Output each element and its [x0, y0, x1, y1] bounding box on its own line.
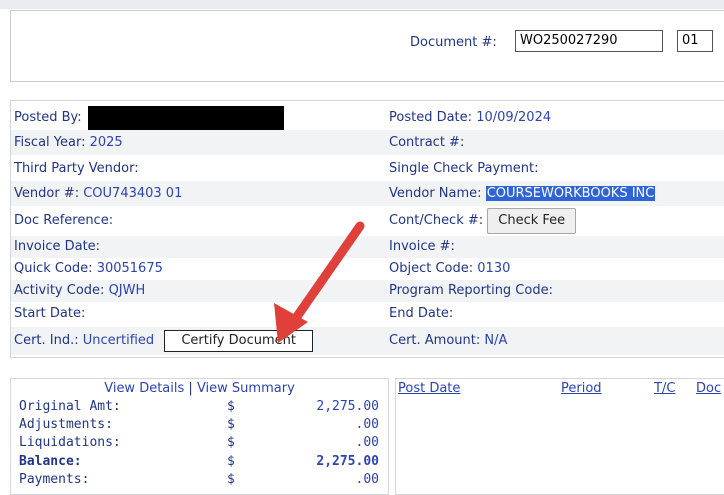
details-row-certification: Cert. Ind.: Uncertified Certify Document…	[11, 327, 724, 355]
activity-code-label: Activity Code:	[14, 283, 105, 298]
certify-document-button[interactable]: Certify Document	[164, 329, 313, 352]
document-details-panel: Posted By: Posted Date: 10/09/2024 Fisca…	[10, 100, 724, 358]
posting-history-panel: Post Date Period T/C Doc	[395, 378, 724, 495]
fiscal-year-value: 2025	[89, 135, 123, 150]
details-row-doc-reference: Doc Reference: Cont/Check #: Check Fee	[11, 207, 724, 235]
vendor-number-label: Vendor #:	[14, 186, 80, 201]
object-code-value: 0130	[477, 261, 511, 276]
summary-links: View Details | View Summary	[11, 381, 388, 396]
view-summary-link[interactable]: View Summary	[197, 381, 295, 396]
redacted-posted-by	[87, 105, 284, 130]
doc-reference-label: Doc Reference:	[14, 213, 114, 228]
summary-row-adjustments: Adjustments: $ .00	[19, 417, 379, 432]
posted-by-label: Posted By:	[14, 110, 82, 125]
details-row-dates: Start Date: End Date:	[11, 302, 724, 326]
details-row-codes: Quick Code: 30051675 Object Code: 0130	[11, 258, 724, 280]
summary-row-liquidations: Liquidations: $ .00	[19, 435, 379, 450]
document-number-label: Document #:	[410, 35, 497, 50]
vendor-name-value[interactable]: COURSEWORKBOOKS INC	[485, 186, 656, 201]
fiscal-year-label: Fiscal Year:	[14, 135, 86, 150]
view-details-link[interactable]: View Details	[104, 381, 184, 396]
quick-code-label: Quick Code:	[14, 261, 93, 276]
invoice-number-label: Invoice #:	[389, 239, 455, 254]
third-party-vendor-label: Third Party Vendor:	[14, 161, 139, 176]
check-fee-button[interactable]: Check Fee	[487, 207, 577, 234]
amount-summary-panel: View Details | View Summary Original Amt…	[10, 378, 389, 495]
quick-code-value: 30051675	[96, 261, 163, 276]
vendor-number-value: COU743403 01	[83, 186, 183, 201]
program-reporting-code-label: Program Reporting Code:	[389, 283, 553, 298]
object-code-label: Object Code:	[389, 261, 474, 276]
start-date-label: Start Date:	[14, 306, 86, 321]
cert-amount-label: Cert. Amount:	[389, 333, 481, 348]
document-suffix-input[interactable]: 01	[677, 30, 713, 52]
summary-row-balance: Balance: $ 2,275.00	[19, 454, 379, 469]
invoice-date-label: Invoice Date:	[14, 239, 101, 254]
end-date-label: End Date:	[389, 306, 454, 321]
details-row-activity: Activity Code: QJWH Program Reporting Co…	[11, 280, 724, 302]
summary-link-separator: |	[188, 381, 193, 396]
summary-row-payments: Payments: $ .00	[19, 472, 379, 487]
column-period[interactable]: Period	[561, 381, 602, 396]
contract-label: Contract #:	[389, 135, 465, 150]
cert-amount-value: N/A	[484, 333, 508, 348]
posted-date-label: Posted Date:	[389, 110, 473, 125]
single-check-payment-label: Single Check Payment:	[389, 161, 539, 176]
activity-code-value: QJWH	[108, 283, 146, 298]
column-tc[interactable]: T/C	[654, 381, 675, 396]
cert-ind-value: Uncertified	[82, 333, 155, 348]
posted-date-value: 10/09/2024	[476, 110, 552, 125]
details-row-invoice: Invoice Date: Invoice #:	[11, 236, 724, 258]
summary-row-original: Original Amt: $ 2,275.00	[19, 399, 379, 414]
details-row-vendor: Vendor #: COU743403 01 Vendor Name: COUR…	[11, 181, 724, 206]
column-doc[interactable]: Doc	[696, 381, 721, 396]
top-bar	[0, 0, 724, 9]
details-row-fiscal: Fiscal Year: 2025 Contract #:	[11, 130, 724, 155]
cert-ind-label: Cert. Ind.:	[14, 333, 79, 348]
column-post-date[interactable]: Post Date	[398, 381, 460, 396]
vendor-name-label: Vendor Name:	[389, 186, 482, 201]
cont-check-label: Cont/Check #:	[389, 213, 484, 228]
details-row-posted: Posted By: Posted Date: 10/09/2024	[11, 105, 724, 130]
details-row-third-party: Third Party Vendor: Single Check Payment…	[11, 156, 724, 181]
document-number-input[interactable]: WO250027290	[515, 30, 663, 52]
